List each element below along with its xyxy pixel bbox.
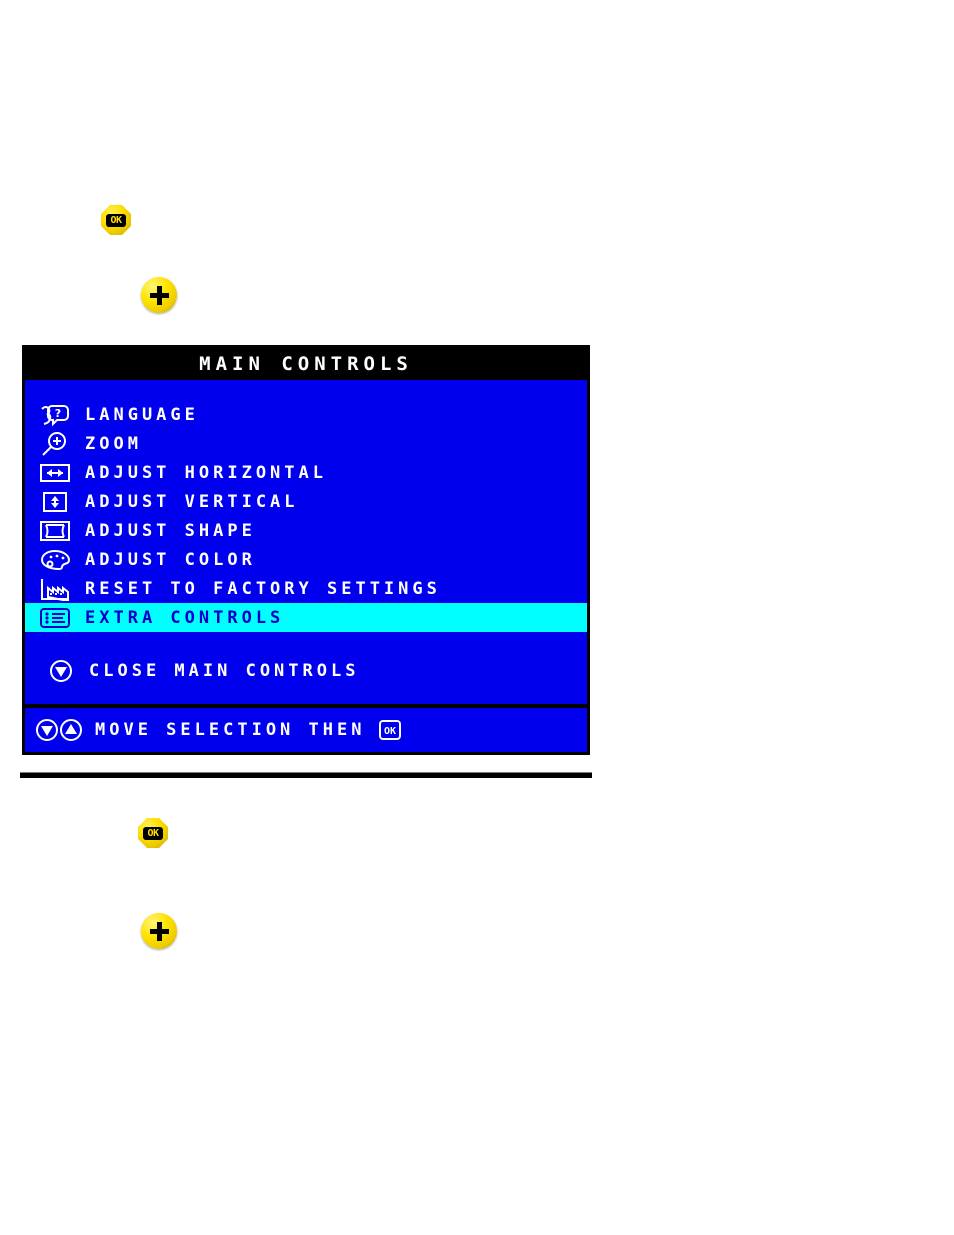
factory-reset-icon — [37, 577, 73, 601]
ok-button-icon: OK — [143, 826, 163, 840]
osd-item-reset-to-factory-settings[interactable]: RESET TO FACTORY SETTINGS — [25, 574, 587, 603]
osd-item-adjust-color[interactable]: ADJUST COLOR — [25, 545, 587, 574]
zoom-magnifier-icon — [37, 431, 73, 456]
plus-button-icon-vertical — [156, 285, 162, 305]
plus-button-icon-vertical — [156, 921, 162, 941]
osd-item-label: ADJUST SHAPE — [85, 520, 256, 541]
osd-footer-arrow-icons — [35, 718, 83, 742]
osd-item-label: EXTRA CONTROLS — [85, 607, 285, 628]
plus-button-top[interactable] — [141, 277, 177, 313]
ok-button-bottom[interactable]: OK — [138, 818, 168, 848]
osd-item-label: RESET TO FACTORY SETTINGS — [85, 578, 441, 599]
adjust-color-icon — [37, 548, 73, 572]
osd-item-language[interactable]: ? LANGUAGE — [25, 400, 587, 429]
osd-item-adjust-shape[interactable]: ADJUST SHAPE — [25, 516, 587, 545]
adjust-vertical-icon — [37, 490, 73, 514]
svg-text:?: ? — [55, 407, 61, 420]
osd-item-zoom[interactable]: ZOOM — [25, 429, 587, 458]
osd-item-label: ZOOM — [85, 433, 142, 454]
svg-text:OK: OK — [384, 726, 396, 737]
osd-item-label: ADJUST VERTICAL — [85, 491, 299, 512]
osd-item-adjust-horizontal[interactable]: ADJUST HORIZONTAL — [25, 458, 587, 487]
up-arrow-circle-icon — [59, 718, 83, 742]
osd-spacer — [25, 632, 587, 654]
osd-item-label: ADJUST HORIZONTAL — [85, 462, 327, 483]
down-arrow-circle-icon — [35, 718, 59, 742]
adjust-shape-icon — [37, 519, 73, 543]
down-arrow-circle-icon — [47, 659, 75, 683]
osd-item-label: LANGUAGE — [85, 404, 199, 425]
osd-item-label: ADJUST COLOR — [85, 549, 256, 570]
extra-controls-icon — [37, 606, 73, 630]
osd-footer-hint-bar: MOVE SELECTION THEN OK — [25, 704, 587, 752]
ok-button-top[interactable]: OK — [101, 205, 131, 235]
adjust-horizontal-icon — [37, 461, 73, 485]
osd-footer-label: MOVE SELECTION THEN — [95, 720, 366, 740]
osd-item-adjust-vertical[interactable]: ADJUST VERTICAL — [25, 487, 587, 516]
osd-menu-list: ? LANGUAGE ZOOM ADJUST HORIZONTAL ADJUST… — [25, 380, 587, 688]
ok-button-icon: OK — [106, 213, 126, 227]
ok-box-icon: OK — [379, 720, 402, 740]
plus-button-bottom[interactable] — [141, 913, 177, 949]
osd-item-extra-controls[interactable]: EXTRA CONTROLS — [25, 603, 587, 632]
language-face-icon: ? — [37, 403, 73, 427]
section-divider — [20, 772, 592, 778]
osd-title-bar: MAIN CONTROLS — [25, 348, 587, 380]
osd-item-close-main-controls[interactable]: CLOSE MAIN CONTROLS — [25, 654, 587, 688]
osd-close-label: CLOSE MAIN CONTROLS — [89, 661, 360, 681]
osd-main-controls-menu: MAIN CONTROLS ? LANGUAGE ZOOM ADJUST HOR… — [22, 345, 590, 755]
